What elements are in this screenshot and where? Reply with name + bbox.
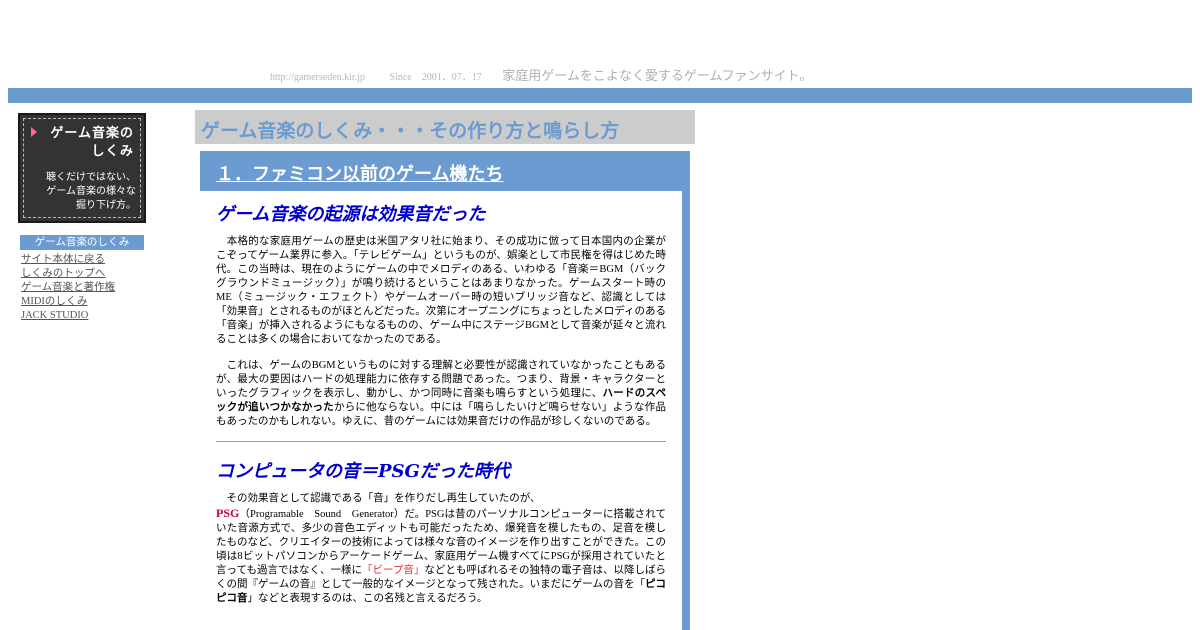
article-content: ゲーム音楽の起源は効果音だった 本格的な家庭用ゲームの歴史は米国アタリ社に始まり… (216, 203, 666, 618)
section-frame: １．ファミコン以前のゲーム機たち ゲーム音楽の起源は効果音だった 本格的な家庭用… (200, 151, 690, 630)
paragraph-1: 本格的な家庭用ゲームの歴史は米国アタリ社に始まり、その成功に倣って日本国内の企業… (216, 236, 666, 345)
nav-link-shikumi-top[interactable]: しくみのトップへ (21, 267, 115, 281)
heading-psg: コンピュータの音＝PSGだった時代 (216, 461, 510, 482)
paragraph-3-text-d: 」などと表現するのは、この名残と言えるだろう。 (247, 593, 488, 604)
nav-link-midi[interactable]: MIDIのしくみ (21, 295, 115, 309)
section-title: １．ファミコン以前のゲーム機たち (216, 164, 504, 185)
page-title: ゲーム音楽のしくみ・・・その作り方と鳴らし方 (201, 120, 620, 142)
sidebar-desc-line1: 聴くだけではない、 (46, 172, 136, 183)
paragraph-2-text-a: これは、ゲームのBGMというものに対する理解と必要性が認識されていなかったことも… (216, 360, 666, 399)
nav-link-site-home[interactable]: サイト本体に戻る (21, 253, 115, 267)
nav-link-jack-studio[interactable]: JACK STUDIO (21, 309, 115, 323)
sidebar-desc-line3: 掘り下げ方。 (76, 200, 136, 211)
nav-header: ゲーム音楽のしくみ (20, 235, 144, 250)
sidebar-title: ゲーム音楽の しくみ (34, 125, 134, 161)
paragraph-3-text-a: その効果音として認識である「音」を作りだし再生していたのが、 (216, 493, 541, 504)
site-url: http://gamerseden.kir.jp (270, 72, 365, 83)
heading-origin: ゲーム音楽の起源は効果音だった (216, 204, 486, 225)
psg-term: PSG (216, 506, 240, 520)
since-date: Since 2001．07．17 (389, 72, 482, 83)
nav-link-copyright[interactable]: ゲーム音楽と著作権 (21, 281, 115, 295)
section-body: ゲーム音楽の起源は効果音だった 本格的な家庭用ゲームの歴史は米国アタリ社に始まり… (200, 191, 682, 630)
sidebar-title-line2: しくみ (91, 144, 134, 159)
beep-term: 「ビープ音」 (362, 565, 425, 576)
paragraph-3: その効果音として認識である「音」を作りだし再生していたのが、 PSG（Progra… (216, 492, 666, 606)
sidebar-title-box: ゲーム音楽の しくみ 聴くだけではない、 ゲーム音楽の様々な 掘り下げ方。 (18, 113, 146, 223)
sidebar-description: 聴くだけではない、 ゲーム音楽の様々な 掘り下げ方。 (24, 171, 136, 213)
header-bar (8, 88, 1192, 103)
site-tagline: 家庭用ゲームをこよなく愛するゲームファンサイト。 (502, 69, 813, 84)
header-info: http://gamerseden.kir.jp Since 2001．07．1… (270, 65, 813, 84)
sidebar-title-line1: ゲーム音楽の (50, 126, 134, 141)
sidebar-title-frame: ゲーム音楽の しくみ 聴くだけではない、 ゲーム音楽の様々な 掘り下げ方。 (23, 118, 141, 218)
paragraph-2: これは、ゲームのBGMというものに対する理解と必要性が認識されていなかったことも… (216, 359, 666, 429)
sidebar-desc-line2: ゲーム音楽の様々な (46, 186, 136, 197)
divider (216, 441, 666, 442)
sidebar-nav: サイト本体に戻る しくみのトップへ ゲーム音楽と著作権 MIDIのしくみ JAC… (21, 253, 115, 323)
page-title-bar: ゲーム音楽のしくみ・・・その作り方と鳴らし方 (195, 110, 695, 144)
